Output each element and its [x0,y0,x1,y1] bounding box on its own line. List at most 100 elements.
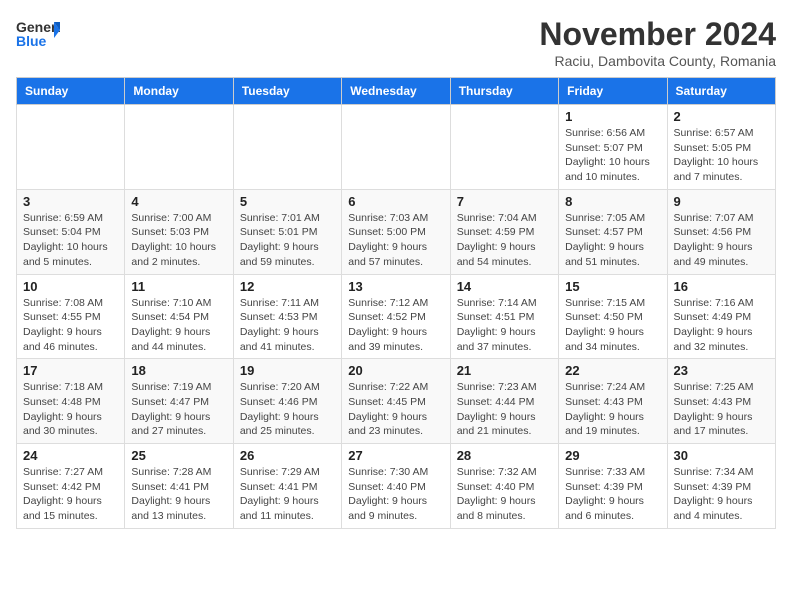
day-number: 17 [23,363,118,378]
calendar-cell: 6 Sunrise: 7:03 AM Sunset: 5:00 PM Daylig… [342,189,450,274]
calendar-header-row: SundayMondayTuesdayWednesdayThursdayFrid… [17,78,776,105]
day-info: Sunrise: 6:56 AM Sunset: 5:07 PM Dayligh… [565,126,660,185]
svg-text:Blue: Blue [16,33,47,49]
day-info: Sunrise: 7:20 AM Sunset: 4:46 PM Dayligh… [240,380,335,439]
weekday-header-saturday: Saturday [667,78,775,105]
day-number: 19 [240,363,335,378]
day-number: 20 [348,363,443,378]
day-number: 14 [457,279,552,294]
day-number: 2 [674,109,769,124]
day-info: Sunrise: 7:18 AM Sunset: 4:48 PM Dayligh… [23,380,118,439]
calendar-cell: 15Sunrise: 7:15 AM Sunset: 4:50 PM Dayli… [559,274,667,359]
calendar-cell: 8 Sunrise: 7:05 AM Sunset: 4:57 PM Daylig… [559,189,667,274]
day-number: 11 [131,279,226,294]
day-info: Sunrise: 7:29 AM Sunset: 4:41 PM Dayligh… [240,465,335,524]
day-number: 23 [674,363,769,378]
calendar-cell: 12Sunrise: 7:11 AM Sunset: 4:53 PM Dayli… [233,274,341,359]
day-info: Sunrise: 6:59 AM Sunset: 5:04 PM Dayligh… [23,211,118,270]
day-number: 6 [348,194,443,209]
day-number: 29 [565,448,660,463]
calendar-cell: 10 Sunrise: 7:08 AM Sunset: 4:55 PM Dayli… [17,274,125,359]
calendar-cell: 29 Sunrise: 7:33 AM Sunset: 4:39 PM Dayli… [559,444,667,529]
calendar-cell: 1Sunrise: 6:56 AM Sunset: 5:07 PM Daylig… [559,105,667,190]
calendar-cell: 20 Sunrise: 7:22 AM Sunset: 4:45 PM Dayli… [342,359,450,444]
day-info: Sunrise: 7:28 AM Sunset: 4:41 PM Dayligh… [131,465,226,524]
day-info: Sunrise: 7:12 AM Sunset: 4:52 PM Dayligh… [348,296,443,355]
calendar-cell [342,105,450,190]
day-number: 13 [348,279,443,294]
day-info: Sunrise: 7:05 AM Sunset: 4:57 PM Dayligh… [565,211,660,270]
day-info: Sunrise: 7:00 AM Sunset: 5:03 PM Dayligh… [131,211,226,270]
day-info: Sunrise: 7:24 AM Sunset: 4:43 PM Dayligh… [565,380,660,439]
day-number: 3 [23,194,118,209]
calendar-cell [17,105,125,190]
calendar-cell: 2 Sunrise: 6:57 AM Sunset: 5:05 PM Daylig… [667,105,775,190]
calendar-cell: 7 Sunrise: 7:04 AM Sunset: 4:59 PM Daylig… [450,189,558,274]
calendar-cell [450,105,558,190]
day-info: Sunrise: 7:03 AM Sunset: 5:00 PM Dayligh… [348,211,443,270]
day-info: Sunrise: 7:33 AM Sunset: 4:39 PM Dayligh… [565,465,660,524]
day-info: Sunrise: 7:19 AM Sunset: 4:47 PM Dayligh… [131,380,226,439]
calendar-cell: 13 Sunrise: 7:12 AM Sunset: 4:52 PM Dayli… [342,274,450,359]
day-number: 30 [674,448,769,463]
day-number: 8 [565,194,660,209]
title-block: November 2024 Raciu, Dambovita County, R… [539,16,776,69]
day-number: 25 [131,448,226,463]
weekday-header-wednesday: Wednesday [342,78,450,105]
calendar-cell: 5 Sunrise: 7:01 AM Sunset: 5:01 PM Daylig… [233,189,341,274]
day-info: Sunrise: 7:22 AM Sunset: 4:45 PM Dayligh… [348,380,443,439]
weekday-header-thursday: Thursday [450,78,558,105]
day-number: 24 [23,448,118,463]
day-info: Sunrise: 7:30 AM Sunset: 4:40 PM Dayligh… [348,465,443,524]
day-number: 26 [240,448,335,463]
calendar-body: 1Sunrise: 6:56 AM Sunset: 5:07 PM Daylig… [17,105,776,529]
day-number: 9 [674,194,769,209]
calendar-table: SundayMondayTuesdayWednesdayThursdayFrid… [16,77,776,529]
calendar-cell: 28 Sunrise: 7:32 AM Sunset: 4:40 PM Dayli… [450,444,558,529]
weekday-header-tuesday: Tuesday [233,78,341,105]
weekday-header-friday: Friday [559,78,667,105]
day-number: 5 [240,194,335,209]
calendar-cell: 9Sunrise: 7:07 AM Sunset: 4:56 PM Daylig… [667,189,775,274]
day-info: Sunrise: 7:04 AM Sunset: 4:59 PM Dayligh… [457,211,552,270]
day-number: 7 [457,194,552,209]
day-info: Sunrise: 6:57 AM Sunset: 5:05 PM Dayligh… [674,126,769,185]
day-info: Sunrise: 7:16 AM Sunset: 4:49 PM Dayligh… [674,296,769,355]
calendar-week-5: 24 Sunrise: 7:27 AM Sunset: 4:42 PM Dayli… [17,444,776,529]
calendar-cell: 25 Sunrise: 7:28 AM Sunset: 4:41 PM Dayli… [125,444,233,529]
day-info: Sunrise: 7:01 AM Sunset: 5:01 PM Dayligh… [240,211,335,270]
calendar-week-1: 1Sunrise: 6:56 AM Sunset: 5:07 PM Daylig… [17,105,776,190]
day-info: Sunrise: 7:34 AM Sunset: 4:39 PM Dayligh… [674,465,769,524]
calendar-cell [125,105,233,190]
calendar-cell: 4Sunrise: 7:00 AM Sunset: 5:03 PM Daylig… [125,189,233,274]
calendar-cell: 24 Sunrise: 7:27 AM Sunset: 4:42 PM Dayli… [17,444,125,529]
calendar-cell: 21 Sunrise: 7:23 AM Sunset: 4:44 PM Dayli… [450,359,558,444]
page-header: General Blue November 2024 Raciu, Dambov… [16,16,776,69]
day-number: 18 [131,363,226,378]
month-title: November 2024 [539,16,776,53]
day-number: 28 [457,448,552,463]
day-info: Sunrise: 7:27 AM Sunset: 4:42 PM Dayligh… [23,465,118,524]
day-info: Sunrise: 7:25 AM Sunset: 4:43 PM Dayligh… [674,380,769,439]
day-info: Sunrise: 7:10 AM Sunset: 4:54 PM Dayligh… [131,296,226,355]
calendar-week-2: 3 Sunrise: 6:59 AM Sunset: 5:04 PM Daylig… [17,189,776,274]
logo-icon: General Blue [16,16,60,52]
day-info: Sunrise: 7:23 AM Sunset: 4:44 PM Dayligh… [457,380,552,439]
calendar-cell: 16 Sunrise: 7:16 AM Sunset: 4:49 PM Dayli… [667,274,775,359]
day-number: 10 [23,279,118,294]
calendar-cell [233,105,341,190]
day-info: Sunrise: 7:08 AM Sunset: 4:55 PM Dayligh… [23,296,118,355]
calendar-cell: 23 Sunrise: 7:25 AM Sunset: 4:43 PM Dayli… [667,359,775,444]
day-number: 15 [565,279,660,294]
weekday-header-monday: Monday [125,78,233,105]
day-number: 21 [457,363,552,378]
day-number: 27 [348,448,443,463]
day-info: Sunrise: 7:11 AM Sunset: 4:53 PM Dayligh… [240,296,335,355]
calendar-cell: 27 Sunrise: 7:30 AM Sunset: 4:40 PM Dayli… [342,444,450,529]
day-number: 16 [674,279,769,294]
calendar-cell: 3 Sunrise: 6:59 AM Sunset: 5:04 PM Daylig… [17,189,125,274]
day-info: Sunrise: 7:32 AM Sunset: 4:40 PM Dayligh… [457,465,552,524]
day-number: 22 [565,363,660,378]
calendar-week-4: 17 Sunrise: 7:18 AM Sunset: 4:48 PM Dayli… [17,359,776,444]
logo: General Blue [16,16,60,52]
